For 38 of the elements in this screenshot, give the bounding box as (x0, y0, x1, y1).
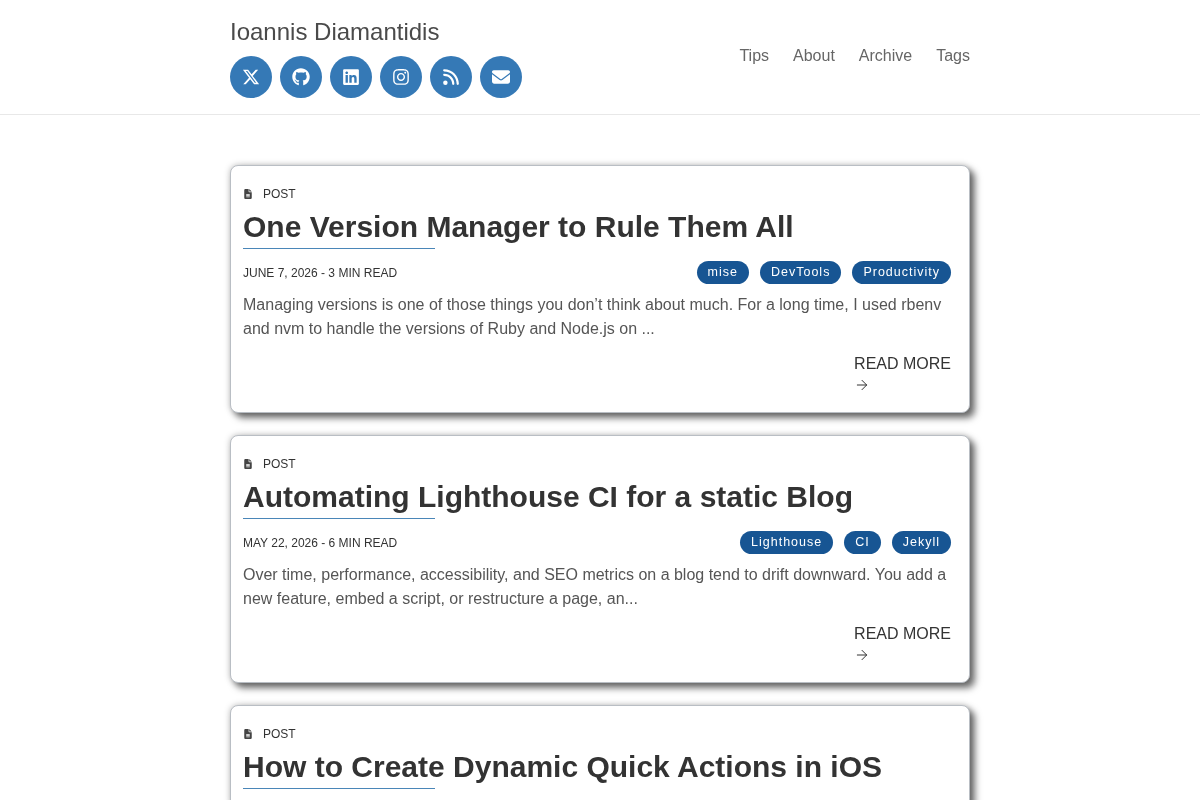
nav-link[interactable]: About (793, 46, 835, 66)
github-logo-icon (292, 68, 310, 86)
instagram-logo-icon (392, 68, 410, 86)
social-link-button[interactable] (280, 56, 322, 98)
social-link-button[interactable] (230, 56, 272, 98)
post-category: POST (263, 727, 296, 741)
post-date: JUNE 7, 2026 - 3 MIN READ (243, 265, 398, 280)
x-logo-icon (242, 68, 260, 86)
rss-icon (442, 68, 460, 86)
post-title[interactable]: One Version Manager to Rule Them All (243, 209, 794, 245)
post-date: MAY 22, 2026 - 6 MIN READ (243, 535, 398, 550)
post-category: POST (263, 187, 296, 201)
tag-link[interactable]: mise (696, 261, 749, 284)
tag-link[interactable]: CI (844, 531, 881, 554)
tag-link[interactable]: DevTools (759, 261, 842, 284)
linkedin-logo-icon (342, 68, 360, 86)
post-excerpt: Managing versions is one of those things you don’t think about much. For a long time, I used rbenv and nvm to handle the versions of Ruby and Node.js on ... (243, 295, 943, 339)
post-category: POST (263, 457, 296, 471)
tag-link[interactable]: Productivity (852, 261, 951, 284)
read-more-link[interactable]: READ MORE (854, 624, 951, 663)
tag-link[interactable]: Jekyll (891, 531, 951, 554)
site-title[interactable]: Ioannis Diamantidis (230, 16, 440, 48)
post-title[interactable]: Automating Lighthouse CI for a static Blog (243, 479, 853, 515)
document-icon (243, 729, 253, 739)
envelope-icon (492, 68, 510, 86)
social-link-button[interactable] (330, 56, 372, 98)
social-link-button[interactable] (380, 56, 422, 98)
read-more-link[interactable]: READ MORE (854, 354, 951, 393)
tag-link[interactable]: Lighthouse (740, 531, 834, 554)
social-link-button[interactable] (430, 56, 472, 98)
post-title[interactable]: How to Create Dynamic Quick Actions in iOS (243, 749, 883, 785)
document-icon (243, 189, 253, 199)
nav-link[interactable]: Archive (858, 46, 913, 66)
nav-link[interactable]: Tips (739, 46, 770, 66)
nav-link[interactable]: Tags (936, 46, 970, 66)
social-link-button[interactable] (480, 56, 522, 98)
document-icon (243, 459, 253, 469)
post-excerpt: Over time, performance, accessibility, and SEO metrics on a blog tend to drift downward. You add a new feature, embed a script, or restructure a page, an... (243, 565, 948, 609)
